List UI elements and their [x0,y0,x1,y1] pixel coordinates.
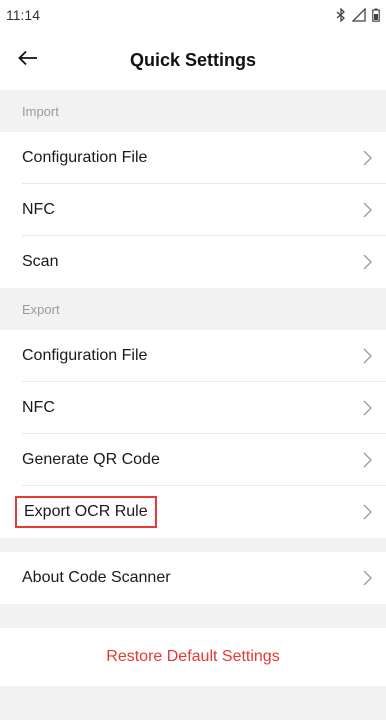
chevron-right-icon [363,504,372,520]
import-nfc-item[interactable]: NFC [22,184,386,236]
chevron-right-icon [363,400,372,415]
import-configuration-file-item[interactable]: Configuration File [22,132,386,184]
list-item-label: Configuration File [22,346,148,364]
page-title: Quick Settings [129,49,257,70]
battery-icon [372,8,380,22]
export-nfc-item[interactable]: NFC [22,382,386,434]
list-item-label: Configuration File [22,148,148,166]
generate-qr-code-item[interactable]: Generate QR Code [22,434,386,486]
status-icons [336,8,380,22]
status-time: 11:14 [6,7,40,23]
section-header-export: Export [0,288,386,330]
restore-label: Restore Default Settings [106,648,280,665]
list-item-label: NFC [22,398,55,416]
chevron-right-icon [363,570,372,586]
about-code-scanner-item[interactable]: About Code Scanner [22,552,386,604]
export-configuration-file-item[interactable]: Configuration File [22,330,386,382]
import-group: Configuration File NFC Scan [0,132,386,288]
chevron-right-icon [363,254,372,270]
bluetooth-icon [336,8,346,22]
signal-icon [352,8,366,22]
list-item-label: NFC [22,200,55,218]
export-ocr-rule-item[interactable]: Export OCR Rule [15,486,386,538]
about-group: About Code Scanner [0,552,386,604]
back-button[interactable] [12,44,44,76]
export-group: Configuration File NFC Generate QR Code … [0,330,386,538]
list-item-label: Scan [22,253,59,270]
app-bar: Quick Settings [0,30,386,90]
chevron-right-icon [363,150,372,165]
list-item-label: Export OCR Rule [15,496,157,528]
list-item-label: About Code Scanner [22,569,171,586]
section-header-import: Import [0,90,386,132]
list-item-label: Generate QR Code [22,450,160,468]
back-arrow-icon [18,50,38,71]
chevron-right-icon [363,452,372,467]
restore-default-settings-button[interactable]: Restore Default Settings [0,628,386,686]
status-bar: 11:14 [0,0,386,30]
chevron-right-icon [363,348,372,363]
import-scan-item[interactable]: Scan [22,236,386,288]
chevron-right-icon [363,202,372,217]
